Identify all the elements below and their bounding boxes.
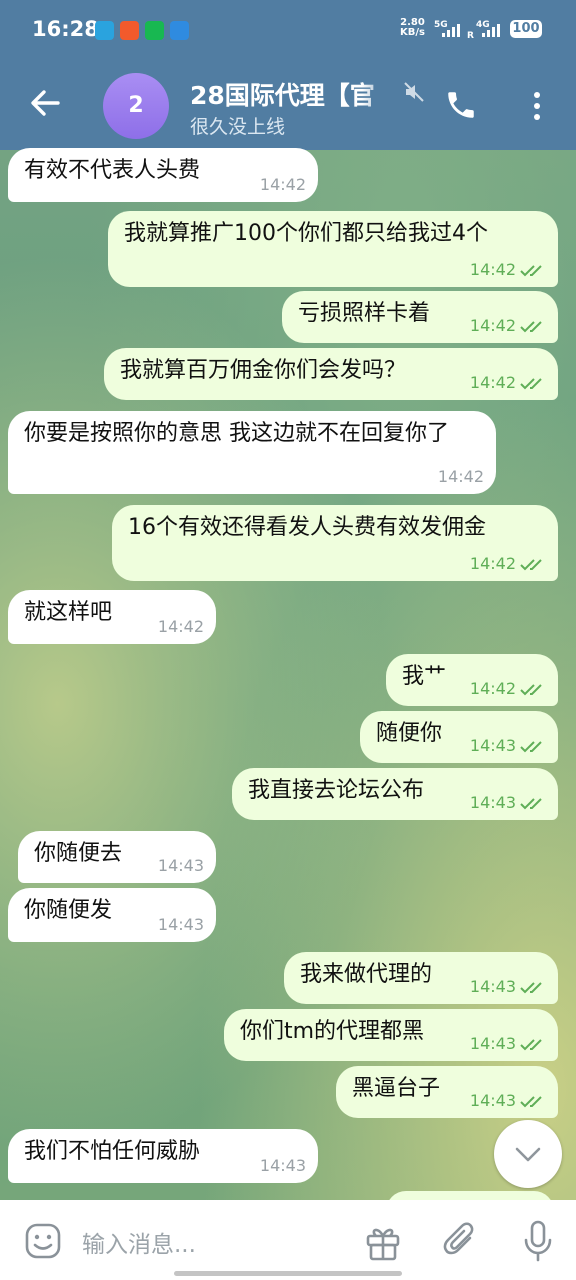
message-outgoing[interactable]: 你们tm的代理都黑 14:43 — [224, 1009, 558, 1061]
chat-subtitle: 很久没上线 — [190, 116, 286, 138]
network-speed: 2.80 KB/s — [400, 18, 425, 38]
message-time: 14:42 — [259, 175, 306, 194]
message-time: 14:43 — [157, 856, 204, 875]
weibo-icon — [120, 21, 139, 40]
message-incoming[interactable]: 我们不怕任何威胁 14:43 — [8, 1129, 318, 1183]
message-incoming[interactable]: 就这样吧 14:42 — [8, 590, 216, 644]
message-time: 14:43 — [469, 1034, 516, 1053]
battery-icon: 100 — [510, 20, 542, 38]
message-incoming[interactable]: 有效不代表人头费 14:42 — [8, 148, 318, 202]
message-text: 我就算推广100个你们都只给我过4个 — [124, 221, 488, 246]
muted-icon — [404, 82, 424, 102]
network-speed-unit: KB/s — [400, 27, 425, 38]
message-text: 我来做代理的 — [300, 962, 433, 987]
message-time: 14:42 — [469, 679, 516, 698]
telegram-icon — [95, 21, 114, 40]
double-check-icon — [520, 798, 542, 810]
more-vertical-icon[interactable] — [530, 90, 544, 122]
message-time: 14:43 — [469, 736, 516, 755]
message-time: 14:42 — [469, 260, 516, 279]
title-fade — [362, 72, 406, 108]
message-text: 有效不代表人头费 — [24, 158, 201, 183]
message-text: 我们不怕任何威胁 — [24, 1139, 201, 1164]
message-meta: 14:43 — [470, 1092, 546, 1110]
scroll-down-button[interactable] — [494, 1120, 562, 1188]
message-text: 黑逼台子 — [352, 1076, 441, 1101]
message-incoming[interactable]: 你随便去 14:43 — [18, 831, 216, 883]
message-outgoing[interactable]: 我就算百万佣金你们会发吗？ 14:42 — [104, 348, 558, 400]
message-text: 你要是按照你的意思 我这边就不在回复你了 — [24, 421, 449, 446]
message-time: 14:42 — [469, 554, 516, 573]
double-check-icon — [520, 378, 542, 390]
message-text: 你随便去 — [34, 841, 123, 866]
message-meta: 14:42 — [470, 555, 546, 573]
message-outgoing[interactable]: 我来做代理的 14:43 — [284, 952, 558, 1004]
message-meta: 14:43 — [470, 978, 546, 996]
message-input[interactable]: 输入消息... — [82, 1225, 196, 1259]
app-warning-icon — [170, 21, 189, 40]
message-time: 14:43 — [469, 977, 516, 996]
double-check-icon — [520, 982, 542, 994]
message-meta: 14:43 — [470, 737, 546, 755]
chat-header: 2 28国际代理【官 很久没上线 — [0, 60, 576, 150]
message-text: 我直接去论坛公布 — [248, 778, 425, 803]
message-text: 随便你 — [376, 721, 443, 746]
message-text: 你随便发 — [24, 898, 113, 923]
attach-icon[interactable] — [442, 1220, 478, 1260]
status-bar: 16:28 2.80 KB/s 5G 4G R 100 — [0, 0, 576, 60]
message-time: 14:42 — [469, 316, 516, 335]
message-meta: 14:43 — [470, 1035, 546, 1053]
message-text: 亏损照样卡着 — [298, 301, 431, 326]
message-outgoing[interactable]: 我艹 14:42 — [386, 654, 558, 706]
sim1-signal-icon — [442, 24, 460, 37]
message-time: 14:43 — [259, 1156, 306, 1175]
phone-icon[interactable] — [444, 88, 478, 122]
message-text: 我艹 — [402, 664, 447, 689]
message-text: 16个有效还得看发人头费有效发佣金 — [128, 515, 486, 540]
message-meta: 14:43 — [470, 794, 546, 812]
message-time: 14:43 — [157, 915, 204, 934]
mic-icon[interactable] — [522, 1220, 554, 1262]
message-outgoing[interactable]: 黑逼台子 14:43 — [336, 1066, 558, 1118]
double-check-icon — [520, 559, 542, 571]
sim2-signal-icon — [482, 24, 500, 37]
double-check-icon — [520, 1039, 542, 1051]
double-check-icon — [520, 321, 542, 333]
avatar[interactable]: 2 — [103, 73, 169, 139]
message-composer: 输入消息... — [0, 1200, 576, 1280]
emoji-icon[interactable] — [24, 1222, 62, 1260]
message-meta: 14:42 — [470, 680, 546, 698]
back-arrow-icon[interactable] — [28, 86, 62, 120]
message-meta: 14:42 — [470, 261, 546, 279]
message-time: 14:42 — [469, 373, 516, 392]
message-time: 14:42 — [157, 617, 204, 636]
double-check-icon — [520, 265, 542, 277]
message-meta: 14:42 — [470, 374, 546, 392]
message-time: 14:43 — [469, 1091, 516, 1110]
message-time: 14:42 — [437, 467, 484, 486]
message-time: 14:43 — [469, 793, 516, 812]
wechat-icon — [145, 21, 164, 40]
message-outgoing[interactable]: 16个有效还得看发人头费有效发佣金 14:42 — [112, 505, 558, 581]
message-incoming[interactable]: 你随便发 14:43 — [8, 888, 216, 942]
message-outgoing[interactable]: 我就算推广100个你们都只给我过4个 14:42 — [108, 211, 558, 287]
gift-icon[interactable] — [364, 1222, 402, 1262]
message-incoming[interactable]: 你要是按照你的意思 我这边就不在回复你了 14:42 — [8, 411, 496, 494]
notification-icons — [95, 21, 189, 40]
message-text: 我就算百万佣金你们会发吗？ — [120, 358, 407, 383]
home-indicator — [174, 1271, 402, 1276]
message-text: 你们tm的代理都黑 — [240, 1019, 425, 1044]
double-check-icon — [520, 741, 542, 753]
chevron-down-icon — [515, 1147, 541, 1162]
message-outgoing[interactable]: 随便你 14:43 — [360, 711, 558, 763]
double-check-icon — [520, 684, 542, 696]
status-time: 16:28 — [32, 17, 99, 41]
double-check-icon — [520, 1096, 542, 1108]
message-meta: 14:42 — [470, 317, 546, 335]
message-outgoing[interactable]: 我直接去论坛公布 14:43 — [232, 768, 558, 820]
message-outgoing[interactable]: 亏损照样卡着 14:42 — [282, 291, 558, 343]
sim2-roaming: R — [467, 31, 474, 41]
message-text: 就这样吧 — [24, 600, 113, 625]
